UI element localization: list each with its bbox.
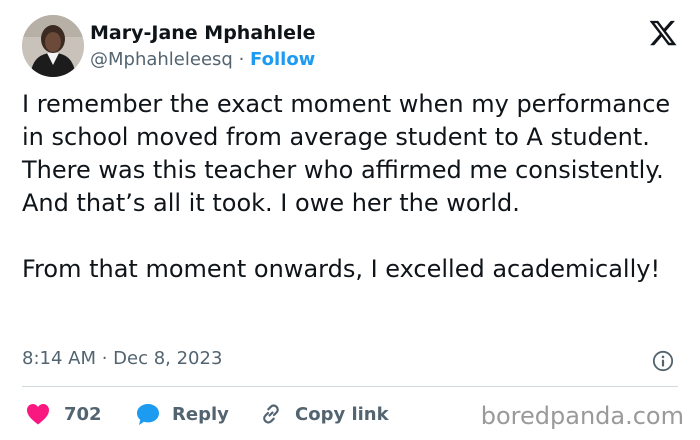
x-logo-icon[interactable] — [648, 18, 678, 48]
follow-button[interactable]: Follow — [250, 49, 315, 70]
tweet-timestamp[interactable]: 8:14 AM · Dec 8, 2023 — [22, 348, 222, 369]
author-handle[interactable]: @Mphahleleesq — [90, 49, 233, 70]
watermark: boredpanda.com — [480, 402, 684, 430]
divider — [22, 386, 678, 387]
info-icon[interactable] — [652, 350, 674, 372]
speech-bubble-icon — [137, 403, 159, 425]
copy-link-label: Copy link — [295, 403, 389, 425]
like-button[interactable]: 702 — [26, 402, 102, 426]
copy-link-button[interactable]: Copy link — [259, 402, 389, 426]
author-handle-row: @Mphahleleesq · Follow — [90, 49, 315, 70]
handle-separator: · — [238, 49, 245, 70]
heart-icon — [27, 404, 49, 425]
tweet-paragraph: From that moment onwards, I excelled aca… — [22, 255, 661, 283]
author-display-name[interactable]: Mary-Jane Mphahlele — [90, 22, 315, 44]
reply-button[interactable]: Reply — [136, 402, 229, 426]
tweet-paragraph: I remember the exact moment when my perf… — [22, 90, 671, 217]
avatar-photo — [22, 15, 84, 77]
reply-label: Reply — [172, 403, 229, 425]
tweet-text: I remember the exact moment when my perf… — [22, 88, 672, 286]
link-icon — [263, 404, 279, 424]
like-count: 702 — [64, 403, 102, 425]
author-avatar[interactable] — [22, 15, 84, 77]
